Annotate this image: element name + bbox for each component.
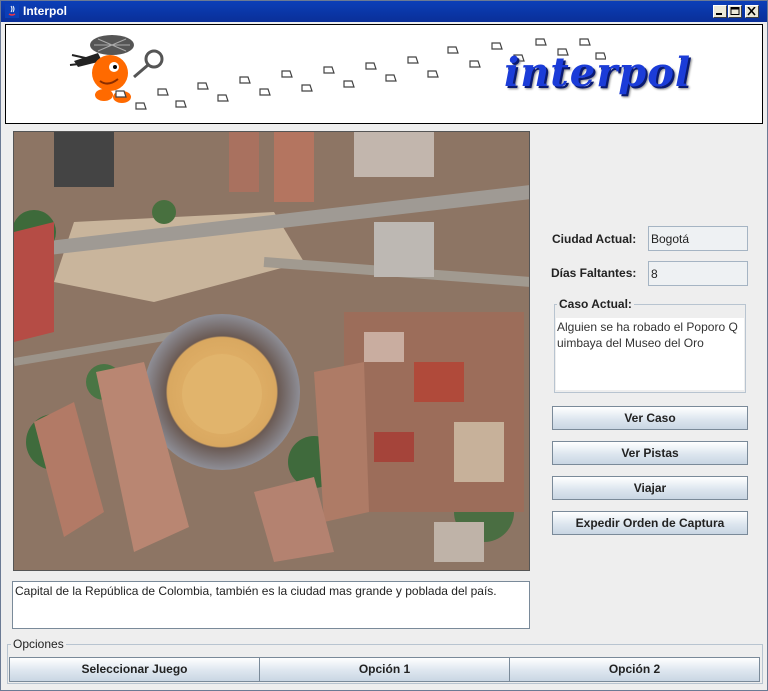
case-text-area[interactable]: Alguien se ha robado el Poporo Quimbaya … xyxy=(556,318,744,390)
view-clues-button[interactable]: Ver Pistas xyxy=(552,441,748,465)
days-left-label: Días Faltantes: xyxy=(551,266,637,280)
options-label: Opciones xyxy=(11,637,66,651)
app-window: Interpol interpol Capital de la Repúblic… xyxy=(0,0,768,691)
option-1-button[interactable]: Opción 1 xyxy=(259,657,510,682)
title-bar[interactable]: Interpol xyxy=(1,1,767,22)
interpol-logo: interpol xyxy=(504,49,692,96)
issue-warrant-button[interactable]: Expedir Orden de Captura xyxy=(552,511,748,535)
select-game-button[interactable]: Seleccionar Juego xyxy=(9,657,260,682)
days-left-field: 8 xyxy=(648,261,748,286)
window-title: Interpol xyxy=(23,4,67,18)
close-button[interactable] xyxy=(745,5,759,18)
case-label: Caso Actual: xyxy=(557,297,634,311)
maximize-button[interactable] xyxy=(728,5,742,18)
view-case-button[interactable]: Ver Caso xyxy=(552,406,748,430)
city-photo xyxy=(13,131,530,571)
java-icon xyxy=(5,4,19,18)
close-icon xyxy=(747,7,756,16)
minimize-icon xyxy=(716,13,722,15)
maximize-icon xyxy=(730,7,740,15)
current-city-field: Bogotá xyxy=(648,226,748,251)
city-description: Capital de la República de Colombia, tam… xyxy=(12,581,530,629)
travel-button[interactable]: Viajar xyxy=(552,476,748,500)
banner: interpol xyxy=(5,24,763,124)
option-2-button[interactable]: Opción 2 xyxy=(509,657,760,682)
current-city-label: Ciudad Actual: xyxy=(552,232,637,246)
minimize-button[interactable] xyxy=(713,5,727,18)
